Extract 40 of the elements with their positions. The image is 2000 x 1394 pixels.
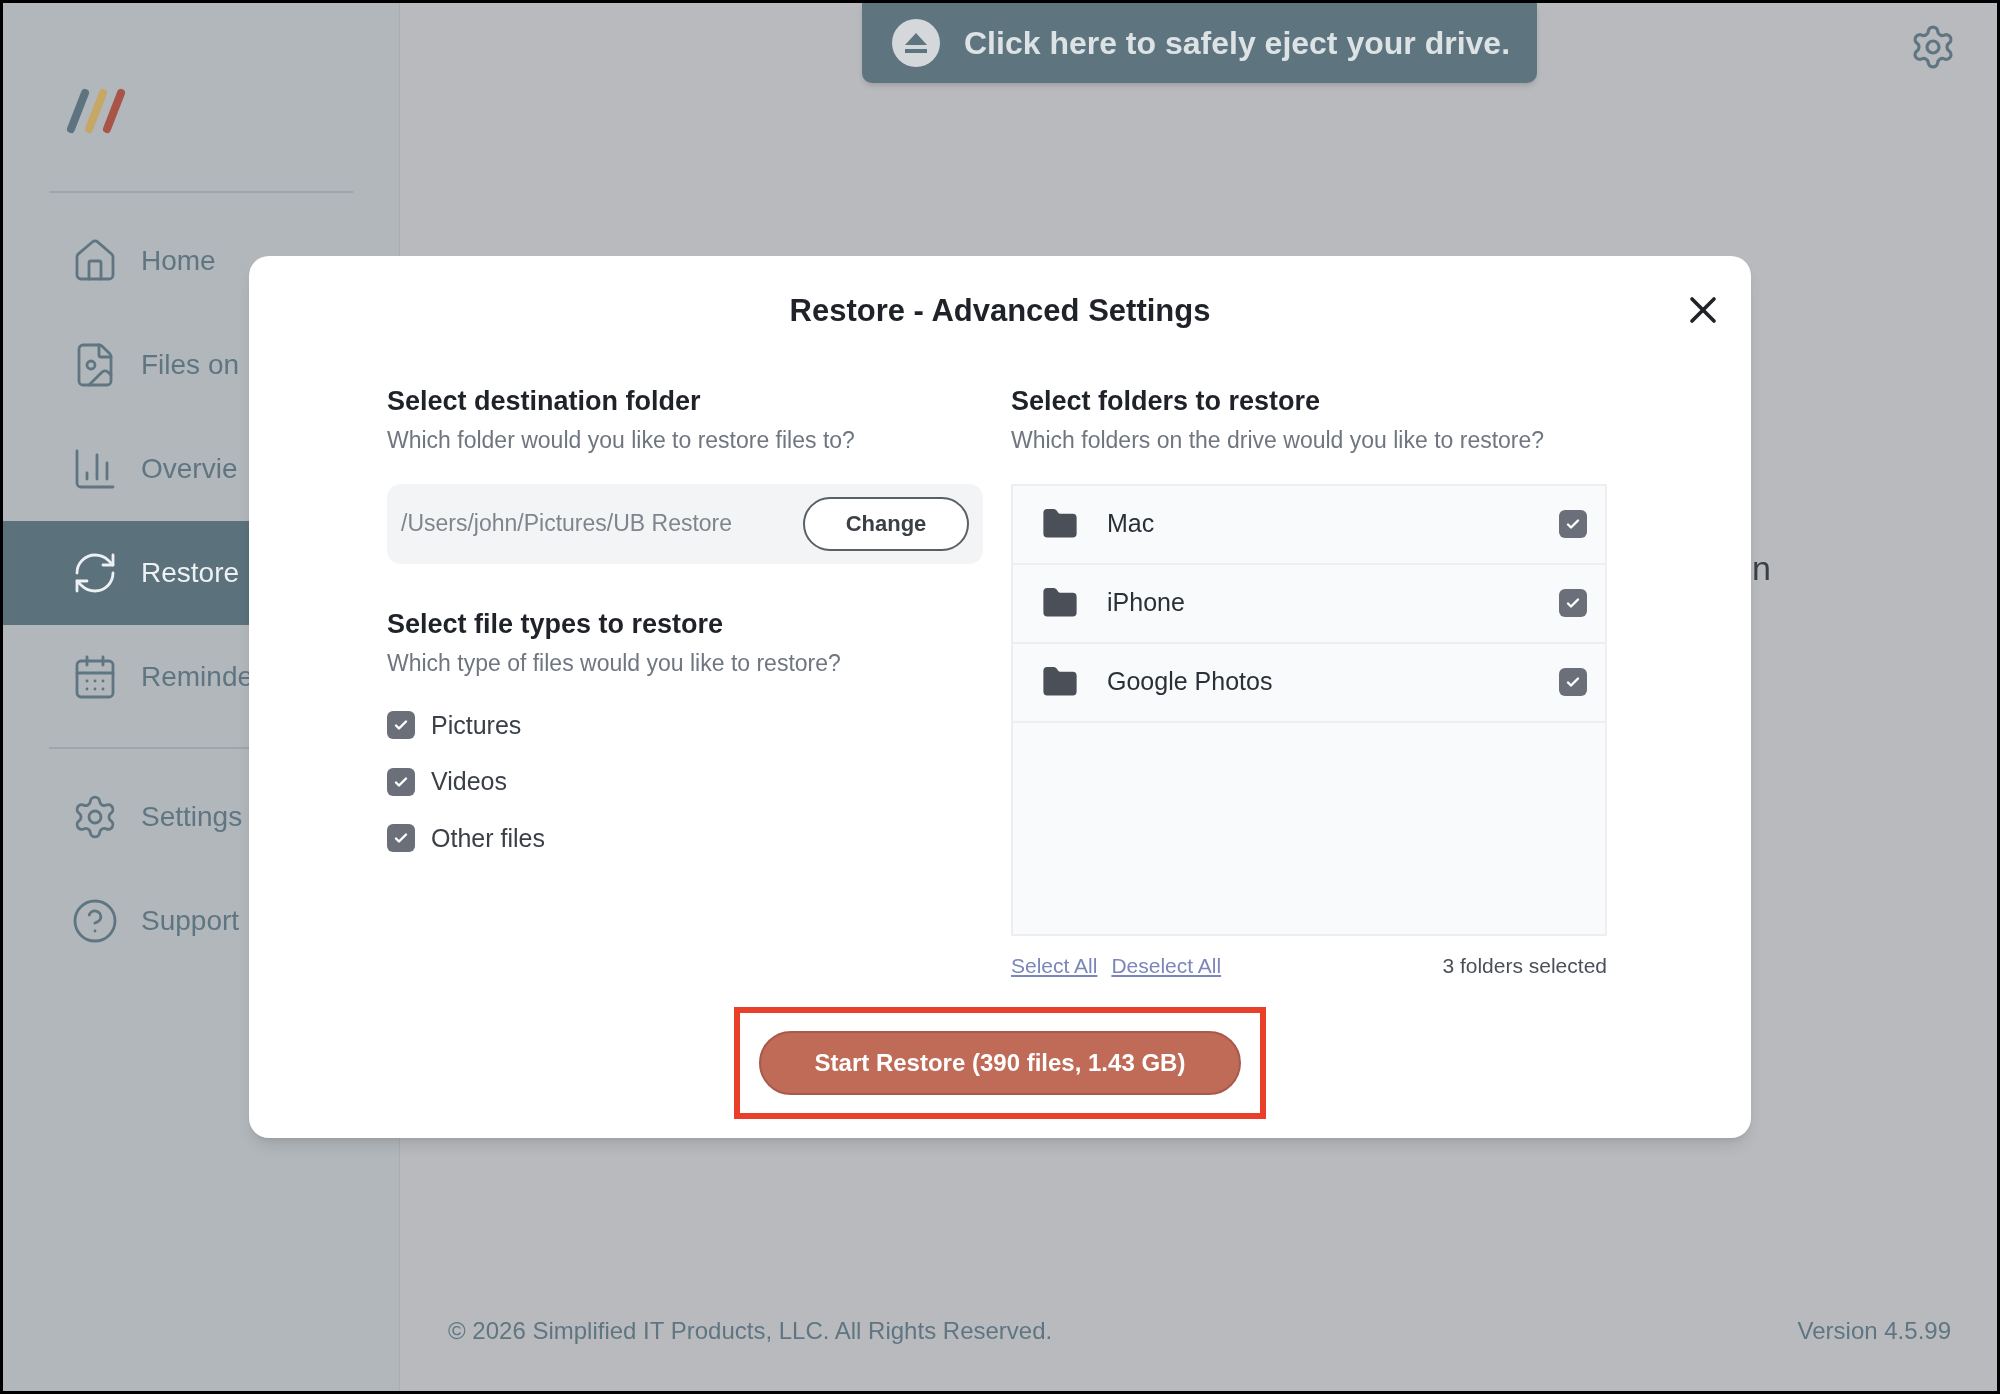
eject-text: Click here to safely eject your drive.	[964, 24, 1510, 63]
dialog-title: Restore - Advanced Settings	[789, 292, 1211, 330]
select-all-link[interactable]: Select All	[1011, 949, 1098, 981]
check-icon	[1565, 674, 1581, 690]
selection-count: 3 folders selected	[1442, 952, 1607, 979]
eject-icon	[892, 19, 940, 67]
folder-name: iPhone	[1107, 587, 1185, 619]
checkbox[interactable]	[387, 711, 415, 740]
nav-item[interactable]: Support	[3, 869, 399, 973]
checkbox-label: Videos	[431, 766, 507, 797]
main-text-fragment: n	[1752, 549, 1771, 587]
checkbox-label: Pictures	[431, 709, 522, 741]
deselect-all-link[interactable]: Deselect All	[1111, 949, 1222, 981]
start-restore-button[interactable]: Start Restore (390 files, 1.43 GB)	[759, 1031, 1241, 1095]
section-subtitle: Which folders on the drive would you like to restore?	[1011, 426, 1546, 455]
change-button[interactable]: Change	[803, 496, 969, 551]
folder-name: Google Photos	[1107, 666, 1273, 698]
eject-banner[interactable]: Click here to safely eject your drive.	[862, 3, 1537, 83]
check-icon	[1565, 595, 1581, 611]
checkbox-label: Other files	[431, 822, 545, 854]
copyright-text: © 2026 Simplified IT Products, LLC. All Rights Reserved.	[448, 1316, 1053, 1346]
folder-row[interactable]: iPhone	[1013, 564, 1605, 644]
section-subtitle: Which type of files would you like to restore?	[387, 649, 842, 678]
section-subtitle: Which folder would you like to restore files to?	[387, 426, 856, 455]
checkbox[interactable]	[1559, 589, 1587, 617]
checkbox[interactable]	[387, 824, 415, 853]
folder-name: Mac	[1107, 508, 1155, 540]
section-heading: Select folders to restore	[1011, 384, 1322, 418]
checkbox[interactable]	[1559, 510, 1587, 538]
nav-item[interactable]: Settings	[3, 765, 399, 869]
version-text: Version 4.5.99	[1797, 1316, 1951, 1346]
folder-row[interactable]: Google Photos	[1013, 643, 1605, 723]
nav-item[interactable]: Home	[3, 209, 399, 313]
help-icon	[71, 897, 119, 945]
section-heading: Select destination folder	[387, 384, 702, 418]
destination-field[interactable]: /Users/john/Pictures/UB Restore Change	[387, 483, 983, 564]
checkbox[interactable]	[1559, 668, 1587, 696]
folder-row[interactable]: Mac	[1013, 485, 1605, 565]
checkbox[interactable]	[387, 767, 415, 796]
check-icon	[1565, 516, 1581, 532]
